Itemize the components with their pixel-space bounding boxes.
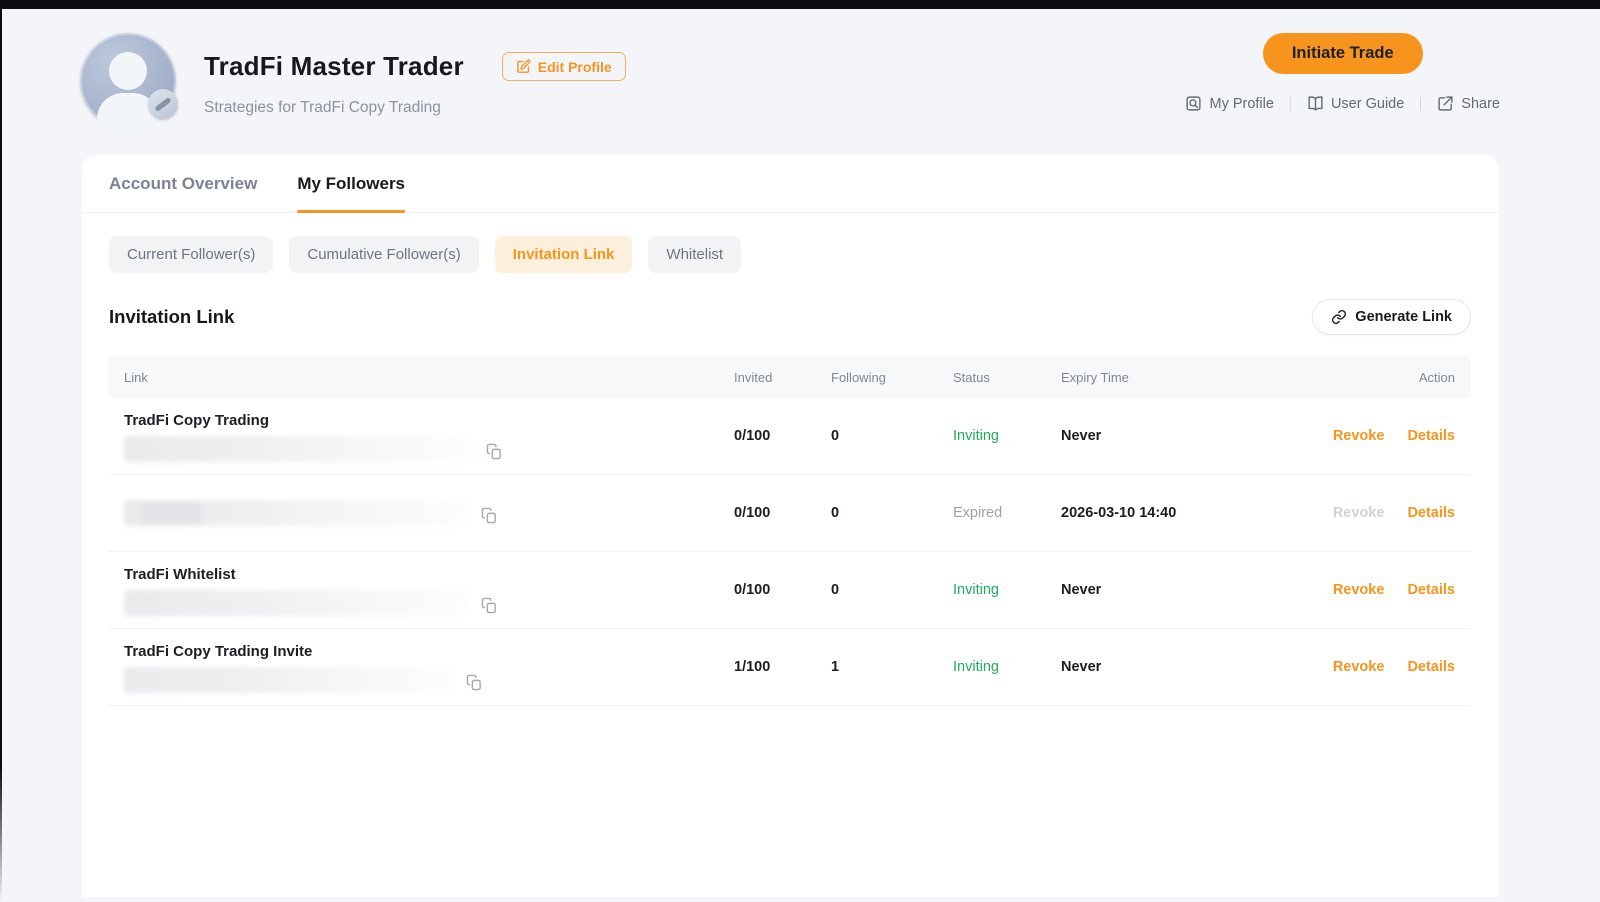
subtab-cumulative-followers[interactable]: Cumulative Follower(s) (289, 236, 478, 273)
invited-count: 0/100 (734, 582, 831, 598)
user-guide-label: User Guide (1331, 96, 1404, 112)
initiate-trade-button[interactable]: Initiate Trade (1263, 33, 1423, 74)
status-badge: Expired (953, 505, 1002, 521)
edit-profile-button[interactable]: Edit Profile (502, 52, 626, 81)
following-count: 0 (831, 428, 953, 444)
invited-count: 0/100 (734, 505, 831, 521)
column-header-invited: Invited (734, 370, 831, 385)
expiry-time: 2026-03-10 14:40 (1061, 505, 1291, 521)
table-row: TradFi Copy Trading 0/100 0 Inviting Nev… (108, 398, 1471, 475)
window-top-bar (0, 0, 1600, 9)
page-title: TradFi Master Trader (204, 51, 464, 82)
my-profile-label: My Profile (1209, 96, 1273, 112)
header-right: Initiate Trade My Profile User Guide (1185, 33, 1500, 112)
details-button[interactable]: Details (1407, 582, 1455, 598)
column-header-action: Action (1291, 370, 1471, 385)
revoke-button[interactable]: Revoke (1333, 428, 1385, 444)
edit-pencil-icon (516, 59, 531, 74)
subtab-invitation-link[interactable]: Invitation Link (495, 236, 633, 273)
column-header-following: Following (831, 370, 953, 385)
expiry-time: Never (1061, 582, 1291, 598)
table-row: TradFi Whitelist 0/100 0 Inviting Never … (108, 552, 1471, 629)
generate-link-label: Generate Link (1355, 309, 1452, 325)
column-header-status: Status (953, 370, 1061, 385)
section-row: Invitation Link Generate Link (82, 273, 1499, 335)
redacted-link-url (124, 436, 474, 462)
header-links: My Profile User Guide Share (1185, 95, 1500, 112)
invited-count: 1/100 (734, 659, 831, 675)
tab-account-overview[interactable]: Account Overview (109, 155, 257, 212)
edit-profile-label: Edit Profile (538, 59, 612, 75)
redacted-link-url (124, 667, 454, 693)
share-label: Share (1461, 96, 1500, 112)
column-header-expiry-time: Expiry Time (1061, 370, 1291, 385)
share-icon (1437, 95, 1454, 112)
status-badge: Inviting (953, 582, 999, 598)
subtab-whitelist[interactable]: Whitelist (648, 236, 741, 273)
link-name: TradFi Whitelist (124, 565, 726, 584)
redacted-link-url (124, 500, 469, 526)
link-name: TradFi Copy Trading (124, 411, 726, 430)
copy-icon[interactable] (486, 443, 503, 462)
generate-link-button[interactable]: Generate Link (1312, 299, 1471, 335)
invited-count: 0/100 (734, 428, 831, 444)
link-name: TradFi Copy Trading Invite (124, 642, 726, 661)
invitation-link-table: Link Invited Following Status Expiry Tim… (108, 356, 1471, 706)
redacted-link-url (124, 590, 469, 616)
page-header: TradFi Master Trader Edit Profile Strate… (0, 0, 1600, 129)
table-row: TradFi Copy Trading Invite 1/100 1 Invit… (108, 629, 1471, 706)
section-title: Invitation Link (109, 306, 234, 328)
tab-my-followers[interactable]: My Followers (297, 155, 405, 212)
status-badge: Inviting (953, 428, 999, 444)
expiry-time: Never (1061, 659, 1291, 675)
details-button[interactable]: Details (1407, 505, 1455, 521)
window-left-edge (0, 0, 2, 902)
table-header: Link Invited Following Status Expiry Tim… (108, 356, 1471, 398)
column-header-link: Link (108, 370, 734, 385)
following-count: 1 (831, 659, 953, 675)
divider (1290, 97, 1291, 111)
status-badge: Inviting (953, 659, 999, 675)
avatar-edit-badge-icon (148, 89, 178, 119)
my-profile-icon (1185, 95, 1202, 112)
divider (1420, 97, 1421, 111)
book-icon (1307, 95, 1324, 112)
tab-bar: Account Overview My Followers (82, 155, 1499, 213)
following-count: 0 (831, 505, 953, 521)
revoke-button[interactable]: Revoke (1333, 582, 1385, 598)
profile-text: TradFi Master Trader Edit Profile Strate… (204, 33, 626, 117)
revoke-button[interactable]: Revoke (1333, 659, 1385, 675)
profile-block: TradFi Master Trader Edit Profile Strate… (80, 33, 626, 129)
subtab-current-followers[interactable]: Current Follower(s) (109, 236, 273, 273)
revoke-button: Revoke (1333, 505, 1385, 521)
copy-icon[interactable] (481, 597, 498, 616)
user-guide-link[interactable]: User Guide (1307, 95, 1404, 112)
details-button[interactable]: Details (1407, 659, 1455, 675)
expiry-time: Never (1061, 428, 1291, 444)
page-subtitle: Strategies for TradFi Copy Trading (204, 99, 626, 117)
subtab-bar: Current Follower(s) Cumulative Follower(… (82, 213, 1499, 273)
chain-link-icon (1331, 309, 1347, 325)
avatar-person-icon (109, 52, 147, 90)
share-link[interactable]: Share (1437, 95, 1500, 112)
following-count: 0 (831, 582, 953, 598)
copy-icon[interactable] (481, 507, 498, 526)
avatar (80, 33, 176, 129)
main-card: Account Overview My Followers Current Fo… (82, 155, 1499, 897)
details-button[interactable]: Details (1407, 428, 1455, 444)
my-profile-link[interactable]: My Profile (1185, 95, 1273, 112)
table-row: 0/100 0 Expired 2026-03-10 14:40 Revoke … (108, 475, 1471, 552)
copy-icon[interactable] (466, 674, 483, 693)
